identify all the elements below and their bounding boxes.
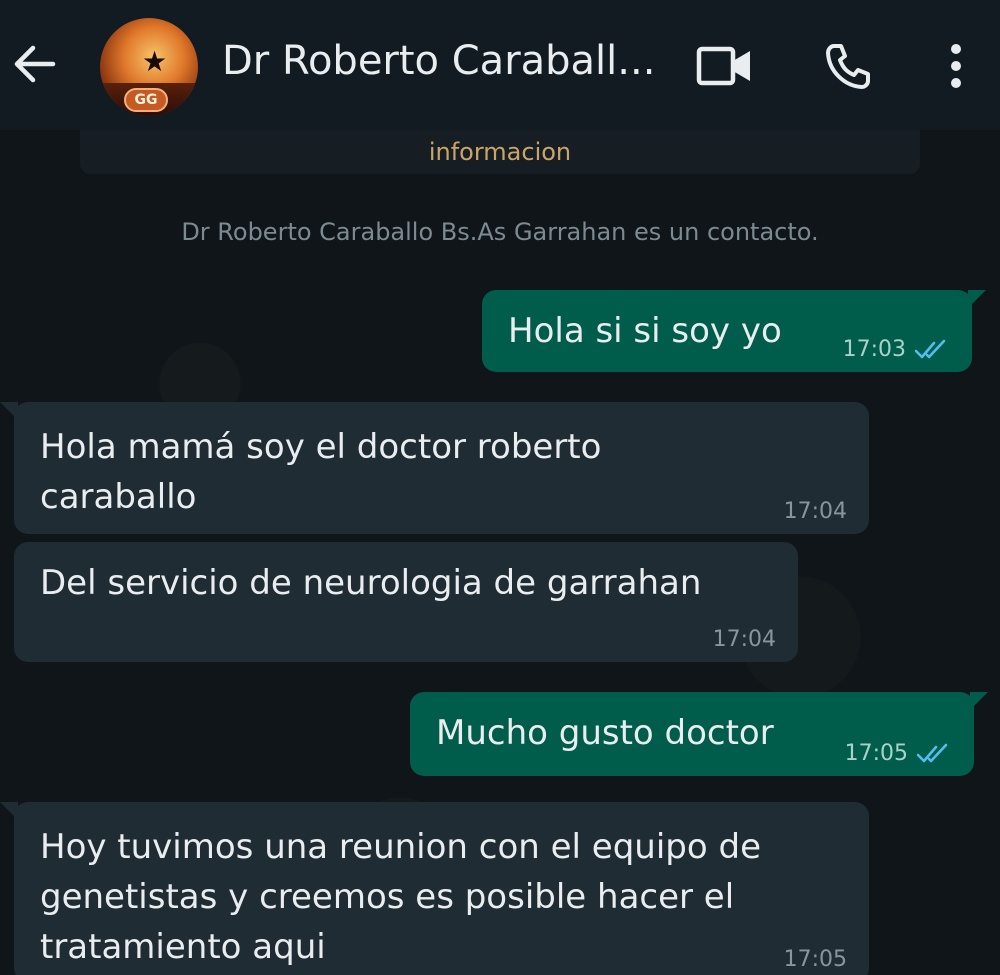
double-check-read-icon <box>914 339 946 359</box>
message-meta: 17:05 <box>784 948 847 972</box>
message-text: Hola mamá soy el doctor roberto caraball… <box>40 427 602 517</box>
contact-name[interactable]: Dr Roberto Caraball... <box>222 38 672 84</box>
message-meta: 17:03 <box>843 338 950 362</box>
message-meta: 17:04 <box>713 628 776 652</box>
voice-call-button[interactable] <box>818 36 878 96</box>
system-message: Dr Roberto Caraballo Bs.As Garrahan es u… <box>181 218 819 246</box>
video-call-button[interactable] <box>695 36 755 96</box>
more-options-button[interactable] <box>926 36 986 96</box>
avatar-figure-icon: ★ <box>142 45 168 78</box>
video-camera-icon <box>696 46 750 86</box>
message-meta: 17:04 <box>784 500 847 524</box>
chat-area[interactable]: informacion Dr Roberto Caraballo Bs.As G… <box>0 130 1000 975</box>
message-time: 17:04 <box>712 627 776 652</box>
more-vertical-icon <box>951 44 961 88</box>
message-incoming[interactable]: Hoy tuvimos una reunion con el equipo de… <box>0 802 869 975</box>
contact-avatar[interactable]: ★ GG <box>100 18 198 116</box>
message-text: Del servicio de neurologia de garrahan <box>40 563 702 603</box>
message-time: 17:05 <box>844 741 908 766</box>
message-text: Hoy tuvimos una reunion con el equipo de… <box>40 827 761 967</box>
chat-header: ★ GG Dr Roberto Caraball... <box>0 0 1000 130</box>
message-outgoing[interactable]: Mucho gusto doctor 17:05 <box>410 692 988 776</box>
message-time: 17:03 <box>842 337 906 362</box>
message-time: 17:05 <box>783 947 847 972</box>
arrow-left-icon <box>14 45 56 83</box>
double-check-read-icon <box>916 743 948 763</box>
message-meta: 17:05 <box>845 742 952 766</box>
message-incoming[interactable]: Hola mamá soy el doctor roberto caraball… <box>0 402 869 534</box>
avatar-badge: GG <box>124 88 168 112</box>
message-outgoing[interactable]: Hola si si soy yo 17:03 <box>482 290 986 372</box>
message-incoming[interactable]: Del servicio de neurologia de garrahan 1… <box>14 542 798 662</box>
info-banner: informacion <box>80 130 920 174</box>
back-button[interactable] <box>10 40 58 88</box>
message-time: 17:04 <box>783 499 847 524</box>
phone-icon <box>826 44 870 89</box>
